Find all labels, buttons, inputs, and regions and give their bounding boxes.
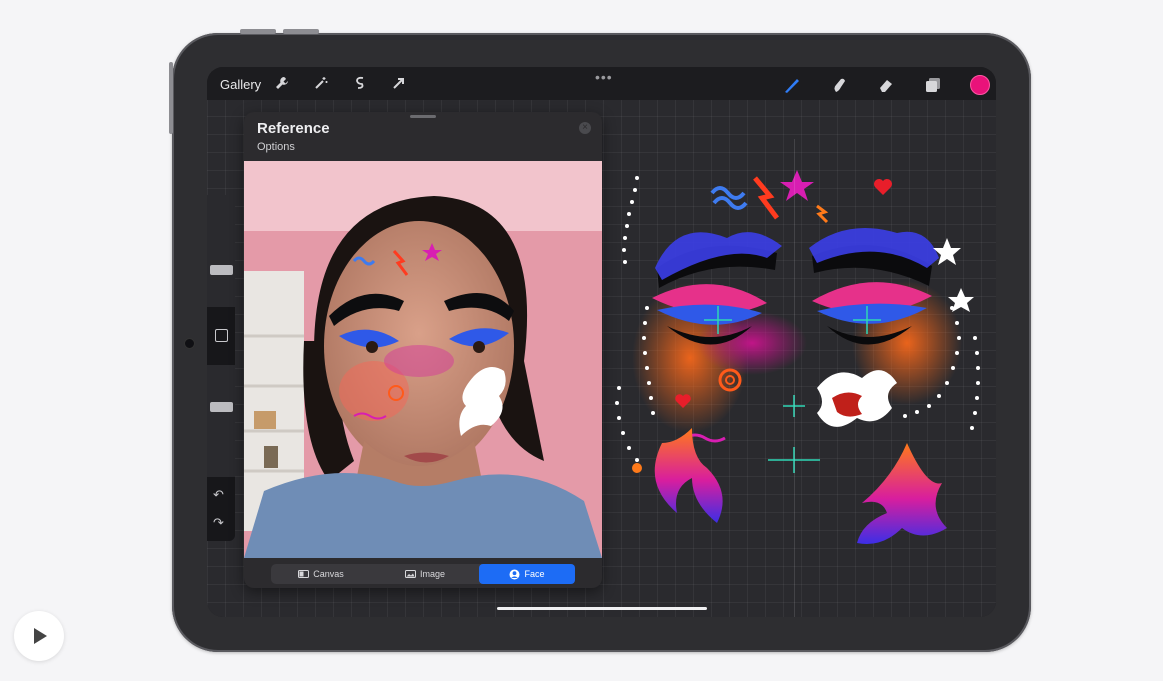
volume-button (240, 29, 276, 34)
eraser-icon[interactable] (877, 76, 895, 94)
close-icon[interactable]: × (579, 122, 591, 134)
brush-sidebar: ↶ ↷ (207, 195, 235, 541)
opacity-handle[interactable] (210, 402, 233, 412)
options-link[interactable]: Options (257, 141, 295, 153)
symmetry-guide (794, 139, 795, 617)
face-reference-photo (244, 161, 602, 558)
smudge-icon[interactable] (830, 76, 848, 94)
brush-icon[interactable] (783, 76, 801, 94)
reference-panel[interactable]: Reference Options × Canvas Image Face (244, 112, 602, 588)
magic-wand-icon[interactable] (312, 76, 330, 94)
wrench-icon[interactable] (273, 76, 291, 94)
tab-canvas[interactable]: Canvas (271, 564, 371, 584)
tab-canvas-label: Canvas (313, 569, 344, 579)
power-button (169, 62, 173, 134)
tab-face[interactable]: Face (479, 564, 575, 584)
color-picker-swatch[interactable] (970, 75, 990, 95)
more-dots-icon[interactable]: ••• (595, 69, 613, 85)
canvas-icon (298, 565, 310, 578)
volume-button (283, 29, 319, 34)
layers-icon[interactable] (924, 76, 942, 94)
front-camera (184, 338, 195, 349)
undo-icon[interactable]: ↶ (213, 487, 224, 503)
panel-title: Reference (257, 120, 330, 137)
selection-icon[interactable] (351, 76, 369, 94)
home-indicator[interactable] (497, 607, 707, 610)
face-icon (509, 565, 520, 580)
modify-button[interactable] (215, 329, 228, 342)
reference-mode-tabs: Canvas Image Face (271, 564, 575, 584)
tab-image-label: Image (419, 569, 445, 579)
panel-grab-handle[interactable] (410, 115, 436, 118)
play-button[interactable] (14, 611, 64, 661)
image-icon (404, 565, 416, 578)
redo-icon[interactable]: ↷ (213, 515, 224, 531)
gallery-button[interactable]: Gallery (220, 77, 261, 92)
brush-size-handle[interactable] (210, 265, 233, 275)
brush-size-slider[interactable] (207, 195, 235, 307)
tab-image[interactable]: Image (375, 564, 475, 584)
opacity-slider[interactable] (207, 365, 235, 477)
transform-arrow-icon[interactable] (390, 76, 408, 94)
top-toolbar: Gallery ••• (207, 67, 996, 100)
procreate-screen: Gallery ••• ↶ ↷ Reference Options × Canv… (207, 67, 996, 617)
tab-face-label: Face (524, 569, 545, 579)
